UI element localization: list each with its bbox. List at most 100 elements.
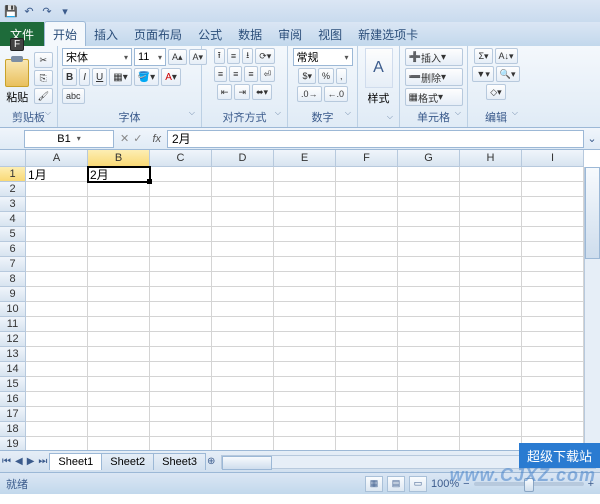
tab-view[interactable]: 视图 (310, 22, 350, 46)
cell-G9[interactable] (398, 287, 460, 302)
cell-E16[interactable] (274, 392, 336, 407)
expand-formula-icon[interactable]: ⌄ (584, 132, 600, 145)
cell-D19[interactable] (212, 437, 274, 450)
cell-G18[interactable] (398, 422, 460, 437)
cell-E5[interactable] (274, 227, 336, 242)
cell-A19[interactable] (26, 437, 88, 450)
cell-F10[interactable] (336, 302, 398, 317)
cell-I6[interactable] (522, 242, 584, 257)
cell-I5[interactable] (522, 227, 584, 242)
cell-D18[interactable] (212, 422, 274, 437)
cell-D7[interactable] (212, 257, 274, 272)
col-header-H[interactable]: H (460, 150, 522, 167)
cell-A6[interactable] (26, 242, 88, 257)
cell-E12[interactable] (274, 332, 336, 347)
row-header-8[interactable]: 8 (0, 272, 26, 287)
row-header-5[interactable]: 5 (0, 227, 26, 242)
cell-I1[interactable] (522, 167, 584, 182)
comma-button[interactable]: , (336, 68, 347, 84)
cell-F13[interactable] (336, 347, 398, 362)
cell-E3[interactable] (274, 197, 336, 212)
cell-H11[interactable] (460, 317, 522, 332)
col-header-F[interactable]: F (336, 150, 398, 167)
cell-C8[interactable] (150, 272, 212, 287)
cell-A18[interactable] (26, 422, 88, 437)
cell-F4[interactable] (336, 212, 398, 227)
cell-H2[interactable] (460, 182, 522, 197)
cell-B16[interactable] (88, 392, 150, 407)
cell-F8[interactable] (336, 272, 398, 287)
cell-G14[interactable] (398, 362, 460, 377)
cancel-icon[interactable]: ✕ (120, 132, 129, 145)
cell-B3[interactable] (88, 197, 150, 212)
sheet-nav-first[interactable]: ⏮ (0, 456, 13, 467)
align-middle-button[interactable]: ≡ (227, 48, 240, 64)
cell-F18[interactable] (336, 422, 398, 437)
tab-insert[interactable]: 插入 (86, 22, 126, 46)
styles-button[interactable]: A (365, 48, 393, 88)
view-layout-button[interactable]: ▤ (387, 476, 405, 492)
redo-icon[interactable]: ↷ (40, 4, 54, 18)
fx-icon[interactable]: fx (152, 133, 161, 145)
worksheet-grid[interactable]: ABCDEFGHI11月2月23456789101112131415161718… (0, 150, 600, 450)
row-header-12[interactable]: 12 (0, 332, 26, 347)
cell-A7[interactable] (26, 257, 88, 272)
cell-H18[interactable] (460, 422, 522, 437)
view-break-button[interactable]: ▭ (409, 476, 427, 492)
cut-button[interactable]: ✂ (34, 52, 53, 68)
cell-I2[interactable] (522, 182, 584, 197)
cell-C18[interactable] (150, 422, 212, 437)
name-box[interactable]: B1▾ (24, 130, 114, 148)
cell-F6[interactable] (336, 242, 398, 257)
cell-A2[interactable] (26, 182, 88, 197)
cell-G3[interactable] (398, 197, 460, 212)
cell-A13[interactable] (26, 347, 88, 362)
italic-button[interactable]: I (79, 68, 90, 86)
font-name-select[interactable]: 宋体▾ (62, 48, 132, 66)
cell-C13[interactable] (150, 347, 212, 362)
cell-B10[interactable] (88, 302, 150, 317)
currency-button[interactable]: $▾ (298, 68, 316, 84)
cell-H1[interactable] (460, 167, 522, 182)
cell-D15[interactable] (212, 377, 274, 392)
zoom-in-button[interactable]: + (588, 478, 594, 490)
cell-D2[interactable] (212, 182, 274, 197)
row-header-14[interactable]: 14 (0, 362, 26, 377)
cell-B19[interactable] (88, 437, 150, 450)
cell-C14[interactable] (150, 362, 212, 377)
cell-D10[interactable] (212, 302, 274, 317)
col-header-B[interactable]: B (88, 150, 150, 167)
phonetic-button[interactable]: abc (62, 88, 85, 104)
cell-C6[interactable] (150, 242, 212, 257)
qat-more-icon[interactable]: ▾ (58, 4, 72, 18)
cell-A11[interactable] (26, 317, 88, 332)
cell-D4[interactable] (212, 212, 274, 227)
cell-H5[interactable] (460, 227, 522, 242)
cell-G17[interactable] (398, 407, 460, 422)
col-header-A[interactable]: A (26, 150, 88, 167)
cell-B11[interactable] (88, 317, 150, 332)
cell-A9[interactable] (26, 287, 88, 302)
bold-button[interactable]: B (62, 68, 77, 86)
cell-E7[interactable] (274, 257, 336, 272)
cell-D12[interactable] (212, 332, 274, 347)
zoom-value[interactable]: 100% (431, 478, 459, 490)
cell-D3[interactable] (212, 197, 274, 212)
cell-C10[interactable] (150, 302, 212, 317)
cell-A15[interactable] (26, 377, 88, 392)
cell-E13[interactable] (274, 347, 336, 362)
cell-A8[interactable] (26, 272, 88, 287)
cell-H6[interactable] (460, 242, 522, 257)
cell-H19[interactable] (460, 437, 522, 450)
zoom-slider[interactable] (474, 482, 584, 486)
cell-H10[interactable] (460, 302, 522, 317)
copy-button[interactable]: ⎘ (34, 70, 53, 86)
cell-H4[interactable] (460, 212, 522, 227)
cell-H14[interactable] (460, 362, 522, 377)
cell-B7[interactable] (88, 257, 150, 272)
indent-dec-button[interactable]: ⇤ (217, 84, 233, 100)
cell-C16[interactable] (150, 392, 212, 407)
tab-data[interactable]: 数据 (230, 22, 270, 46)
cell-H15[interactable] (460, 377, 522, 392)
cell-G4[interactable] (398, 212, 460, 227)
